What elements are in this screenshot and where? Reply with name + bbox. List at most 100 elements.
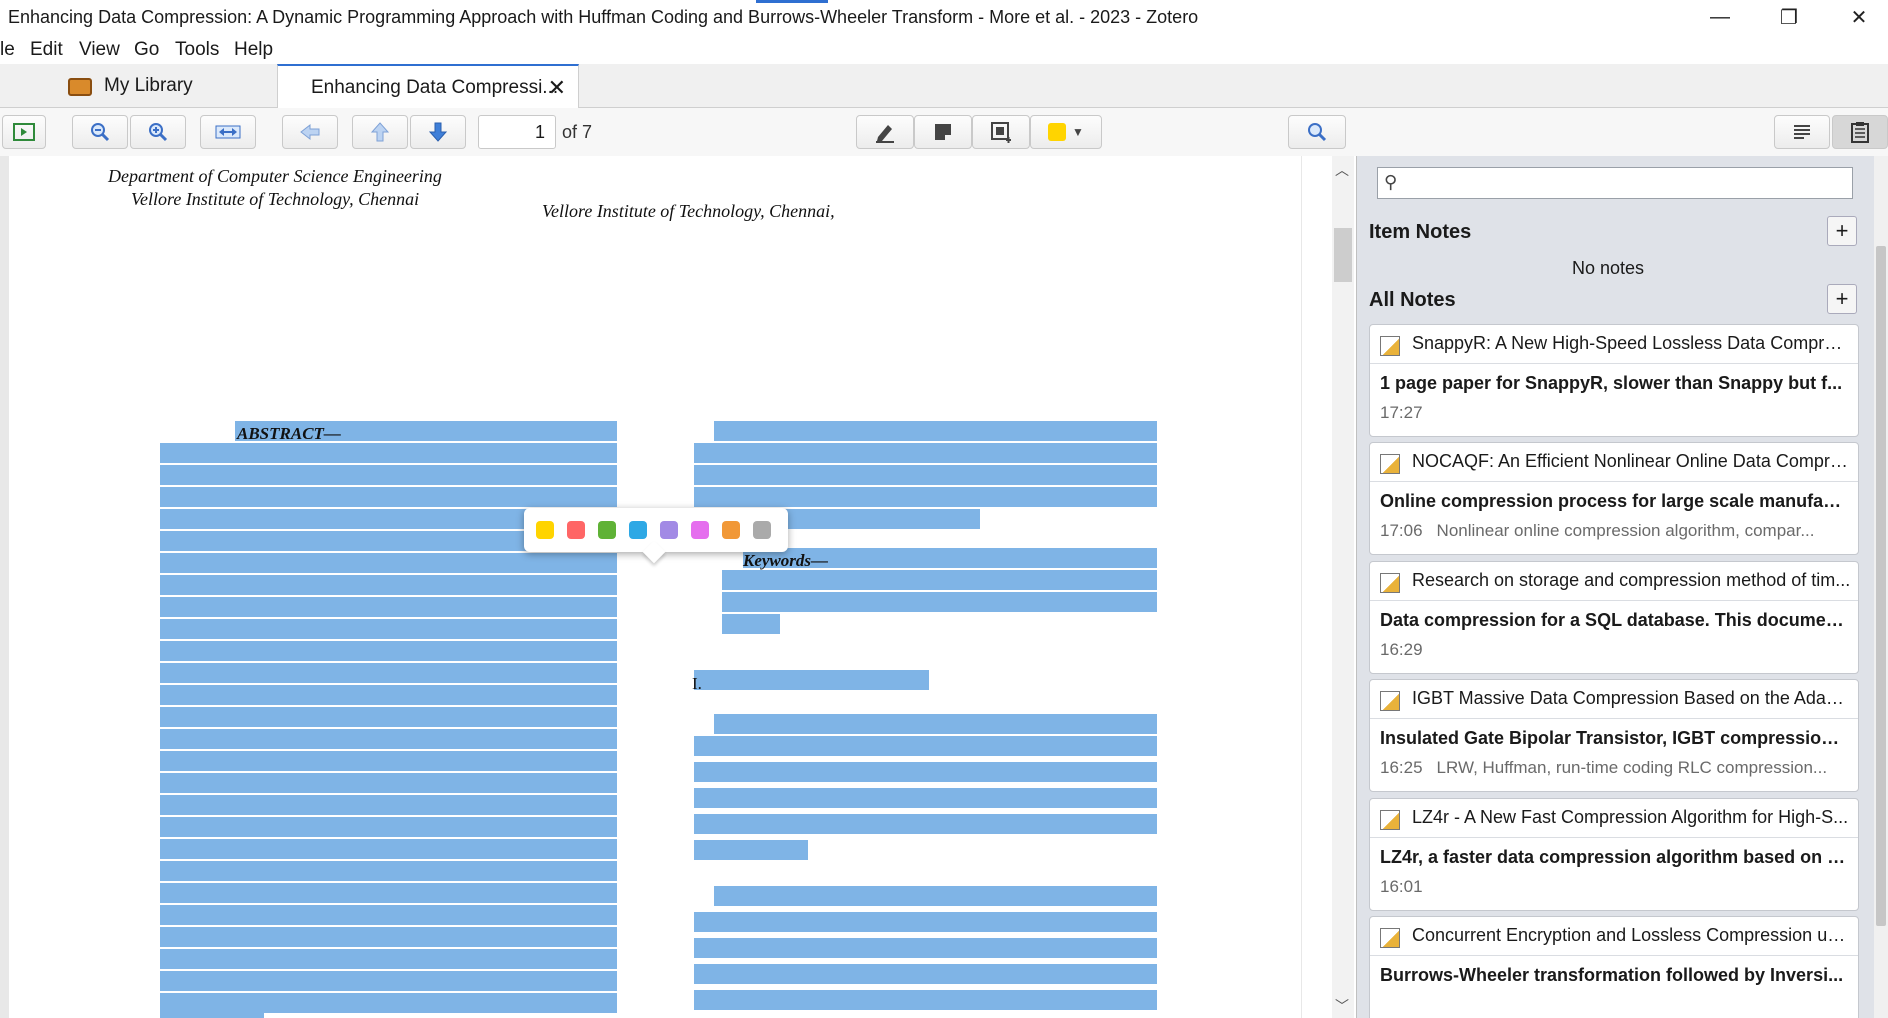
highlight-line[interactable] (160, 685, 617, 705)
minimize-button[interactable]: — (1693, 0, 1747, 34)
scroll-down-icon[interactable]: ﹀ (1335, 996, 1349, 1016)
restore-button[interactable]: ❐ (1762, 0, 1816, 34)
highlight-line[interactable] (722, 592, 1157, 612)
zoom-in-button[interactable] (130, 115, 186, 149)
menu-go[interactable]: Go (134, 39, 159, 61)
highlight-line[interactable] (714, 421, 1157, 441)
back-button[interactable] (282, 115, 338, 149)
color-orange-swatch[interactable] (722, 521, 740, 539)
notes-pane-toggle-button[interactable] (1832, 115, 1888, 149)
highlight-line[interactable] (722, 614, 780, 634)
highlight-line[interactable] (714, 886, 1157, 906)
highlight-tool-button[interactable] (856, 115, 914, 149)
note-title: LZ4r, a faster data compression algorith… (1380, 847, 1850, 867)
highlight-line[interactable] (694, 938, 1157, 958)
note-card[interactable]: NOCAQF: An Efficient Nonlinear Online Da… (1369, 442, 1859, 555)
close-tab-icon[interactable]: ✕ (548, 75, 566, 101)
notes-scrollbar[interactable] (1874, 156, 1888, 1018)
highlight-line[interactable] (160, 773, 617, 793)
color-magenta-swatch[interactable] (691, 521, 709, 539)
note-card[interactable]: Concurrent Encryption and Lossless Compr… (1369, 916, 1859, 1018)
note-card[interactable]: SnappyR: A New High-Speed Lossless Data … (1369, 324, 1859, 437)
menu-edit[interactable]: Edit (30, 39, 63, 61)
highlight-line[interactable] (160, 553, 617, 573)
color-blue-swatch[interactable] (629, 521, 647, 539)
document-scrollbar[interactable]: ︿ ﹀ (1332, 156, 1354, 1018)
note-card[interactable]: Research on storage and compression meth… (1369, 561, 1859, 674)
highlight-line[interactable] (160, 795, 617, 815)
area-tool-button[interactable] (972, 115, 1030, 149)
highlight-line[interactable] (694, 964, 1157, 984)
highlight-line[interactable] (160, 597, 617, 617)
highlight-line[interactable] (722, 570, 1157, 590)
highlight-line[interactable] (694, 840, 808, 860)
fit-width-button[interactable] (200, 115, 256, 149)
highlight-line[interactable] (714, 714, 1157, 734)
highlight-line[interactable] (694, 912, 1157, 932)
highlight-line[interactable] (160, 949, 617, 969)
highlight-line[interactable] (160, 641, 617, 661)
note-card[interactable]: IGBT Massive Data Compression Based on t… (1369, 679, 1859, 792)
highlight-line[interactable] (160, 443, 617, 463)
scroll-up-icon[interactable]: ︿ (1335, 160, 1349, 180)
color-picker-button[interactable]: ▼ (1030, 115, 1102, 149)
highlight-line[interactable] (160, 927, 617, 947)
scrollbar-thumb[interactable] (1334, 228, 1352, 282)
highlight-line[interactable] (160, 487, 617, 507)
highlight-line[interactable] (694, 487, 1157, 507)
menu-help[interactable]: Help (234, 39, 273, 61)
tab-document[interactable]: Enhancing Data Compressi... ✕ (277, 64, 579, 109)
highlight-line[interactable] (160, 619, 617, 639)
page-number-input[interactable]: 1 (478, 115, 556, 149)
zoom-out-button[interactable] (72, 115, 128, 149)
menu-file[interactable]: le (0, 39, 15, 61)
highlight-line[interactable] (160, 839, 617, 859)
context-pane-toggle-button[interactable] (1774, 115, 1830, 149)
highlight-line[interactable] (694, 443, 1157, 463)
highlight-line[interactable] (160, 861, 617, 881)
highlight-line[interactable] (160, 751, 617, 771)
toggle-sidebar-button[interactable] (2, 115, 46, 149)
highlight-line[interactable] (694, 465, 1157, 485)
highlight-line[interactable] (160, 883, 617, 903)
highlight-line[interactable] (694, 814, 1157, 834)
highlight-line[interactable] (694, 736, 1157, 756)
notes-scrollbar-thumb[interactable] (1876, 246, 1886, 926)
color-yellow-swatch[interactable] (536, 521, 554, 539)
note-tool-button[interactable] (914, 115, 972, 149)
highlight-line[interactable] (160, 729, 617, 749)
tab-my-library[interactable]: My Library (0, 64, 277, 108)
notes-search-input[interactable]: ⚲ (1377, 167, 1853, 199)
add-standalone-note-button[interactable]: + (1827, 284, 1857, 314)
menu-view[interactable]: View (79, 39, 120, 61)
highlight-line[interactable] (160, 465, 617, 485)
note-parent-title: Research on storage and compression meth… (1412, 570, 1851, 590)
highlight-line[interactable] (694, 762, 1157, 782)
document-view[interactable]: Department of Computer Science Engineeri… (0, 156, 1302, 1018)
highlight-line[interactable] (160, 971, 617, 991)
highlight-line[interactable] (160, 905, 617, 925)
highlight-line[interactable] (160, 575, 617, 595)
find-button[interactable] (1288, 115, 1346, 149)
note-snippet: Nonlinear online compression algorithm, … (1436, 521, 1815, 540)
color-purple-swatch[interactable] (660, 521, 678, 539)
highlight-line[interactable] (694, 788, 1157, 808)
color-red-swatch[interactable] (567, 521, 585, 539)
add-item-note-button[interactable]: + (1827, 216, 1857, 246)
color-green-swatch[interactable] (598, 521, 616, 539)
previous-page-button[interactable] (352, 115, 408, 149)
highlight-line[interactable] (694, 990, 1157, 1010)
pdf-page[interactable]: Department of Computer Science Engineeri… (9, 156, 1301, 1018)
highlight-line[interactable] (694, 670, 929, 690)
highlight-line[interactable] (160, 993, 617, 1013)
highlight-line[interactable] (160, 817, 617, 837)
highlight-line[interactable] (160, 707, 617, 727)
next-page-button[interactable] (410, 115, 466, 149)
note-card[interactable]: LZ4r - A New Fast Compression Algorithm … (1369, 798, 1859, 911)
menu-bar: le Edit View Go Tools Help (0, 34, 1888, 64)
close-window-button[interactable]: ✕ (1832, 0, 1886, 34)
highlight-line[interactable] (160, 1011, 264, 1018)
color-gray-swatch[interactable] (753, 521, 771, 539)
menu-tools[interactable]: Tools (175, 39, 219, 61)
highlight-line[interactable] (160, 663, 617, 683)
